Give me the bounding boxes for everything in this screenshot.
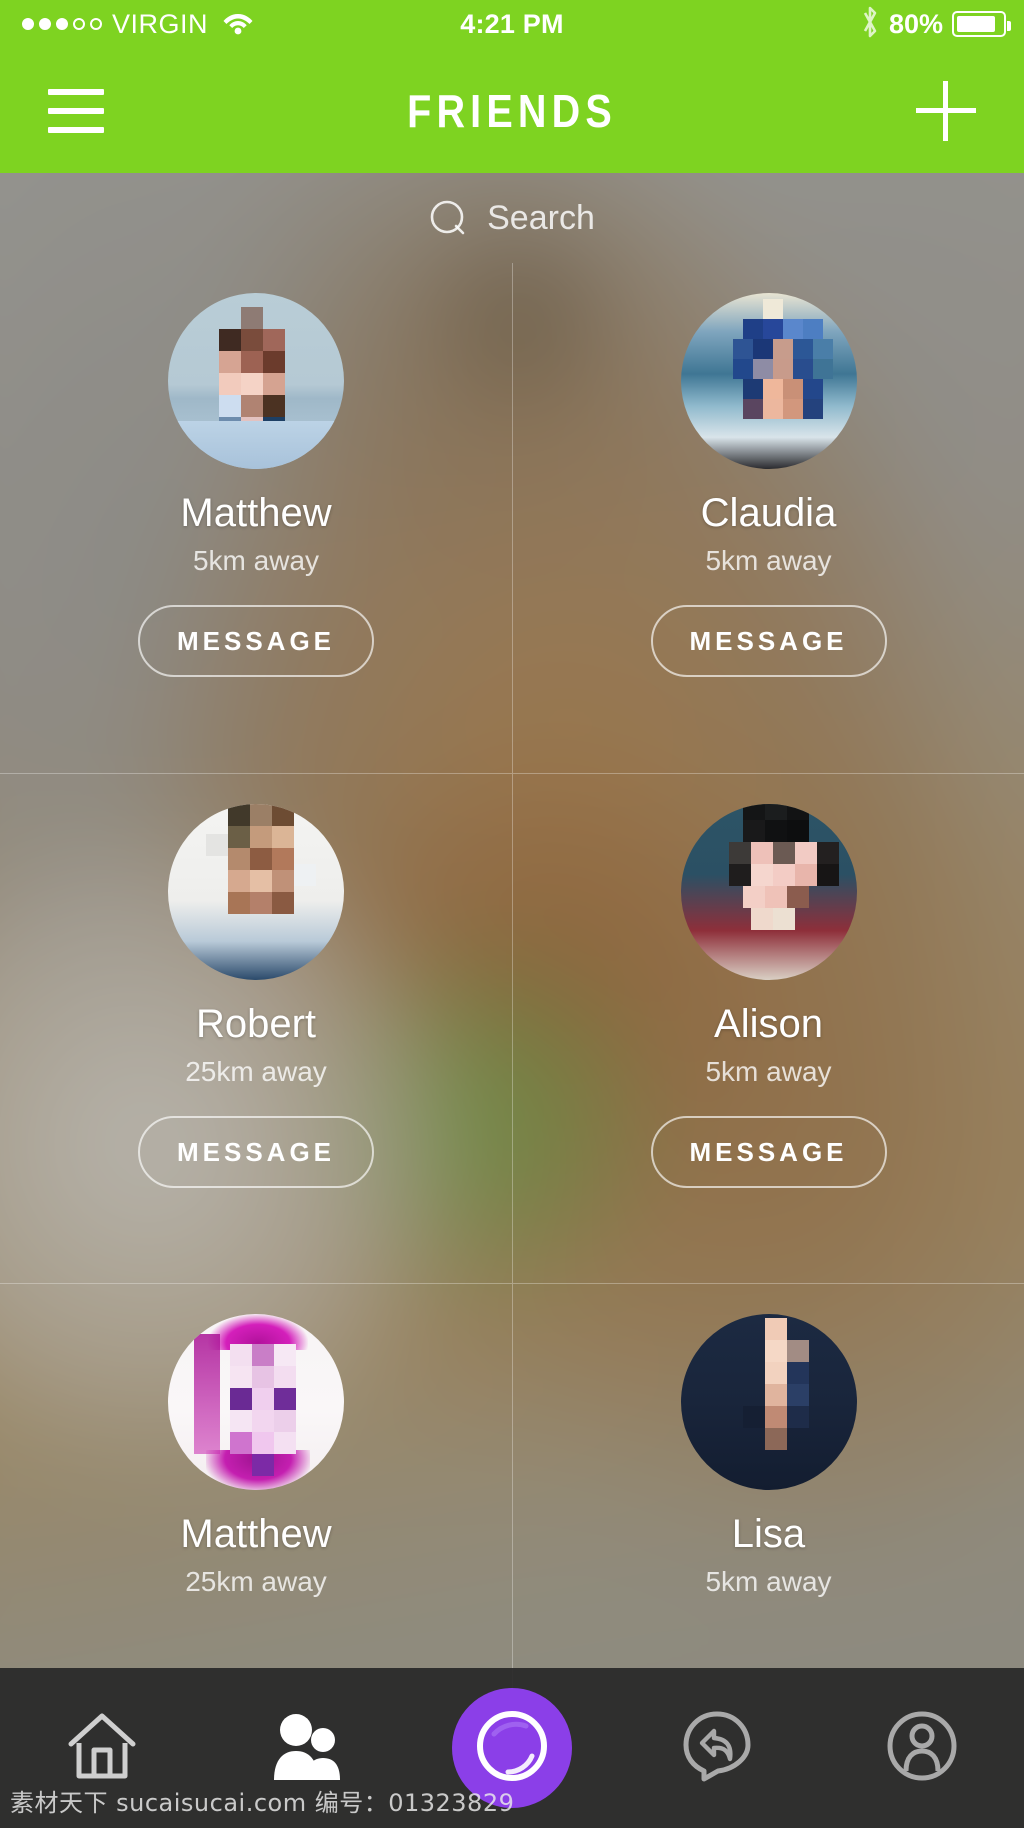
reply-icon [680, 1709, 754, 1788]
avatar[interactable] [680, 293, 857, 469]
home-icon [65, 1710, 139, 1787]
friends-row: Robert 25km away MESSAGE Alison 5km away… [0, 773, 1024, 1283]
message-button[interactable]: MESSAGE [138, 605, 374, 677]
friend-card[interactable]: Claudia 5km away MESSAGE [512, 263, 1024, 773]
search-icon [429, 199, 467, 237]
plus-icon[interactable] [916, 80, 976, 141]
friend-name: Matthew [180, 491, 332, 535]
bluetooth-icon [860, 5, 880, 44]
watermark: 素材天下 sucaisucai.com 编号：01323829 [10, 1789, 515, 1817]
avatar[interactable] [168, 1314, 344, 1490]
camera-ring-icon [474, 1708, 550, 1789]
friends-row: Matthew 5km away MESSAGE Claudia 5km awa… [0, 263, 1024, 773]
search-bar[interactable]: Search [0, 173, 1024, 263]
status-bar-right: 80% [860, 0, 1011, 48]
friend-distance: 5km away [705, 545, 832, 576]
friend-card[interactable]: Robert 25km away MESSAGE [0, 774, 512, 1283]
tab-messages[interactable] [614, 1668, 819, 1828]
message-button[interactable]: MESSAGE [650, 1116, 887, 1188]
phone-screen: VIRGIN 4:21 PM 80% FRIENDS Search Matthe… [0, 0, 1024, 1828]
tab-profile[interactable] [819, 1668, 1024, 1828]
friend-distance: 5km away [192, 545, 320, 576]
friend-distance: 25km away [185, 1056, 327, 1087]
page-title: FRIENDS [407, 84, 617, 137]
friend-distance: 5km away [705, 1566, 832, 1597]
status-bar: VIRGIN 4:21 PM 80% [0, 0, 1024, 48]
friend-name: Robert [195, 1002, 317, 1046]
avatar[interactable] [168, 804, 344, 980]
avatar[interactable] [168, 293, 344, 469]
message-button[interactable]: MESSAGE [138, 1116, 374, 1188]
friend-distance: 25km away [185, 1566, 327, 1597]
message-button[interactable]: MESSAGE [650, 605, 887, 677]
friend-name: Lisa [731, 1512, 806, 1556]
friends-grid: Matthew 5km away MESSAGE Claudia 5km awa… [0, 263, 1024, 1793]
friend-distance: 5km away [705, 1056, 832, 1087]
navigation-bar: FRIENDS [0, 48, 1024, 173]
friend-name: Matthew [180, 1512, 332, 1556]
search-input[interactable]: Search [487, 199, 595, 238]
friend-name: Alison [714, 1002, 823, 1046]
avatar[interactable] [680, 1314, 857, 1490]
friend-card[interactable]: Matthew 5km away MESSAGE [0, 263, 512, 773]
friends-icon [268, 1710, 346, 1787]
battery-icon [952, 11, 1011, 37]
friend-card[interactable]: Alison 5km away MESSAGE [512, 774, 1024, 1283]
avatar[interactable] [680, 804, 857, 980]
profile-icon [885, 1709, 959, 1788]
friend-name: Claudia [700, 491, 837, 535]
battery-percent-label: 80% [888, 8, 943, 39]
